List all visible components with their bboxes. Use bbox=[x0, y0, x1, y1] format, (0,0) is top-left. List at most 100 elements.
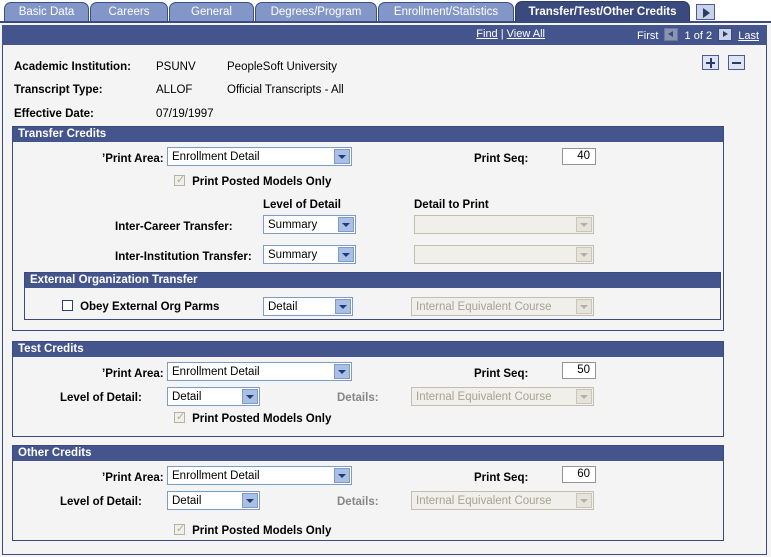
transfer-print-area-dropdown[interactable]: Enrollment Detail bbox=[167, 147, 352, 166]
test-level-of-detail-label: Level of Detail: bbox=[60, 392, 142, 404]
test-print-area-value: Enrollment Detail bbox=[172, 366, 260, 378]
checkbox-checked-icon[interactable]: ✓ bbox=[174, 175, 185, 186]
transfer-print-area-label: Print Area: bbox=[102, 153, 163, 165]
other-details-label: Details: bbox=[337, 496, 379, 508]
test-details-value: Internal Equivalent Course bbox=[416, 391, 552, 403]
other-level-of-detail-label: Level of Detail: bbox=[60, 496, 142, 508]
test-print-posted-checkbox[interactable]: ✓ Print Posted Models Only bbox=[174, 412, 331, 425]
external-org-detail-value: Internal Equivalent Course bbox=[416, 301, 552, 313]
tab-underline bbox=[0, 21, 771, 23]
test-print-seq-input[interactable]: 50 bbox=[562, 362, 596, 379]
other-details-value: Internal Equivalent Course bbox=[416, 495, 552, 507]
other-level-of-detail-value: Detail bbox=[172, 495, 202, 507]
test-credits-group: Test Credits bbox=[12, 341, 724, 437]
chevron-down-icon[interactable] bbox=[334, 468, 350, 483]
tab-degrees-program[interactable]: Degrees/Program bbox=[255, 2, 377, 21]
test-details-label: Details: bbox=[337, 392, 379, 404]
chevron-down-icon[interactable] bbox=[335, 299, 351, 314]
tab-transfer-test-other-credits[interactable]: Transfer/Test/Other Credits bbox=[515, 1, 690, 22]
inter-career-transfer-label: Inter-Career Transfer: bbox=[115, 221, 233, 233]
previous-page-arrow-icon bbox=[664, 28, 679, 41]
transfer-print-seq-input[interactable]: 40 bbox=[562, 148, 596, 165]
chevron-down-icon[interactable] bbox=[338, 217, 354, 232]
chevron-down-icon[interactable] bbox=[334, 364, 350, 379]
chevron-down-icon[interactable] bbox=[338, 247, 354, 262]
next-tabs-arrow-icon[interactable] bbox=[696, 4, 715, 20]
test-credits-title: Test Credits bbox=[13, 342, 723, 357]
tab-basic-data[interactable]: Basic Data bbox=[4, 2, 89, 21]
chevron-down-icon bbox=[576, 493, 592, 508]
external-organization-transfer-title: External Organization Transfer bbox=[25, 273, 720, 288]
checkbox-checked-icon[interactable]: ✓ bbox=[174, 412, 185, 423]
checkbox-checked-icon[interactable]: ✓ bbox=[174, 524, 185, 535]
effective-date-label: Effective Date: bbox=[14, 108, 94, 120]
test-details-dropdown: Internal Equivalent Course bbox=[411, 387, 594, 406]
academic-institution-label: Academic Institution: bbox=[14, 61, 131, 73]
transcript-type-name: Official Transcripts - All bbox=[227, 84, 344, 96]
nav-separator: | bbox=[500, 28, 504, 40]
transcript-type-label: Transcript Type: bbox=[14, 84, 103, 96]
transfer-print-posted-checkbox[interactable]: ✓ Print Posted Models Only bbox=[174, 175, 331, 188]
chevron-down-icon[interactable] bbox=[242, 389, 258, 404]
other-print-area-dropdown[interactable]: Enrollment Detail bbox=[167, 466, 352, 485]
test-print-posted-label: Print Posted Models Only bbox=[192, 413, 332, 425]
add-row-button[interactable] bbox=[702, 55, 719, 70]
inter-career-transfer-level-value: Summary bbox=[268, 219, 318, 231]
other-details-dropdown: Internal Equivalent Course bbox=[411, 491, 594, 510]
other-level-of-detail-dropdown[interactable]: Detail bbox=[167, 491, 260, 510]
academic-institution-code: PSUNV bbox=[156, 61, 196, 73]
test-print-area-dropdown[interactable]: Enrollment Detail bbox=[167, 362, 352, 381]
inter-institution-transfer-detail-dropdown bbox=[414, 245, 594, 264]
inter-career-transfer-detail-dropdown bbox=[414, 215, 594, 234]
row-counter: 1 of 2 bbox=[684, 30, 713, 42]
inter-institution-transfer-level-dropdown[interactable]: Summary bbox=[263, 245, 356, 264]
last-link[interactable]: Last bbox=[738, 30, 759, 42]
other-print-posted-label: Print Posted Models Only bbox=[192, 525, 332, 537]
other-print-seq-input[interactable]: 60 bbox=[562, 466, 596, 483]
academic-institution-name: PeopleSoft University bbox=[227, 61, 337, 73]
effective-date-value: 07/19/1997 bbox=[156, 108, 214, 120]
delete-row-button[interactable] bbox=[728, 55, 745, 70]
transfer-print-area-value: Enrollment Detail bbox=[172, 151, 260, 163]
next-page-arrow-icon[interactable] bbox=[718, 28, 733, 41]
other-print-area-label: Print Area: bbox=[102, 472, 163, 484]
transfer-print-posted-label: Print Posted Models Only bbox=[192, 176, 332, 188]
chevron-down-icon[interactable] bbox=[242, 493, 258, 508]
external-org-detail-dropdown: Internal Equivalent Course bbox=[411, 297, 594, 316]
other-print-seq-label: Print Seq: bbox=[474, 472, 529, 484]
other-print-area-value: Enrollment Detail bbox=[172, 470, 260, 482]
tab-general[interactable]: General bbox=[169, 2, 254, 21]
chevron-down-icon[interactable] bbox=[334, 149, 350, 164]
other-credits-title: Other Credits bbox=[13, 446, 723, 461]
page-frame: Basic Data Careers General Degrees/Progr… bbox=[0, 0, 771, 557]
transcript-type-code: ALLOF bbox=[156, 84, 193, 96]
tab-enrollment-statistics[interactable]: Enrollment/Statistics bbox=[378, 2, 514, 21]
tab-careers[interactable]: Careers bbox=[90, 2, 168, 21]
view-all-link[interactable]: View All bbox=[507, 28, 545, 40]
test-print-seq-label: Print Seq: bbox=[474, 368, 529, 380]
test-level-of-detail-dropdown[interactable]: Detail bbox=[167, 387, 260, 406]
find-link[interactable]: Find bbox=[476, 28, 497, 40]
chevron-down-icon bbox=[576, 217, 592, 232]
transfer-credits-title: Transfer Credits bbox=[13, 127, 723, 142]
other-print-posted-checkbox[interactable]: ✓ Print Posted Models Only bbox=[174, 524, 331, 537]
inter-institution-transfer-level-value: Summary bbox=[268, 249, 318, 261]
row-action-buttons bbox=[702, 55, 762, 71]
obey-external-org-parms-checkbox[interactable]: Obey External Org Parms bbox=[62, 300, 219, 313]
external-org-level-value: Detail bbox=[268, 301, 298, 313]
inter-institution-transfer-label: Inter-Institution Transfer: bbox=[115, 251, 252, 263]
chevron-down-icon bbox=[576, 299, 592, 314]
transfer-print-seq-label: Print Seq: bbox=[474, 153, 529, 165]
other-credits-group: Other Credits bbox=[12, 445, 724, 541]
obey-external-org-parms-label: Obey External Org Parms bbox=[80, 301, 220, 313]
chevron-down-icon bbox=[576, 389, 592, 404]
test-level-of-detail-value: Detail bbox=[172, 391, 202, 403]
checkbox-unchecked-icon[interactable] bbox=[62, 300, 73, 311]
first-label[interactable]: First bbox=[637, 30, 658, 42]
tab-bar: Basic Data Careers General Degrees/Progr… bbox=[0, 0, 771, 23]
chevron-down-icon bbox=[576, 247, 592, 262]
external-org-level-dropdown[interactable]: Detail bbox=[263, 297, 353, 316]
inter-career-transfer-level-dropdown[interactable]: Summary bbox=[263, 215, 356, 234]
transfer-detail-to-print-header: Detail to Print bbox=[414, 199, 489, 211]
test-print-area-label: Print Area: bbox=[102, 368, 163, 380]
